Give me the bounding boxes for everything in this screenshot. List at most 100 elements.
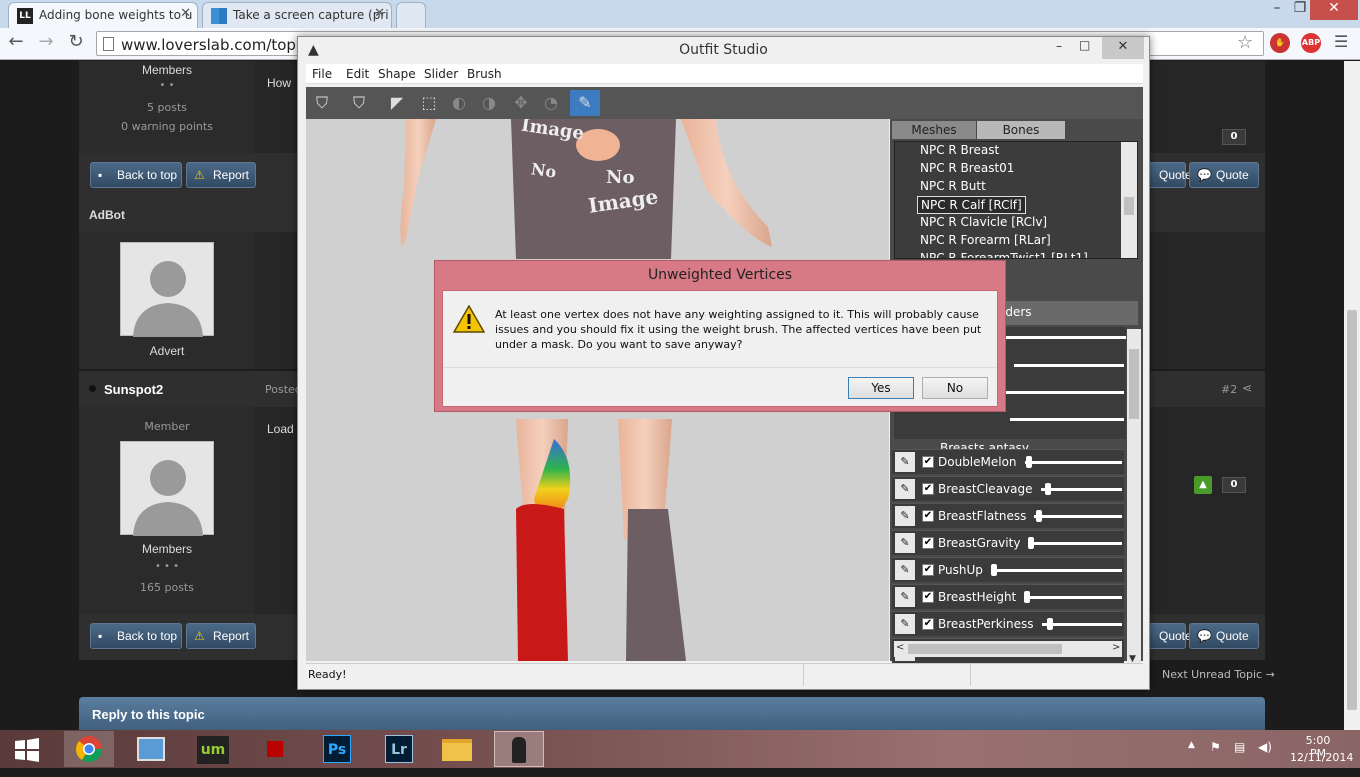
weight-brush-icon[interactable]: ✎ xyxy=(570,90,600,116)
slider-knob[interactable] xyxy=(991,564,997,576)
forward-arrow-icon[interactable]: → xyxy=(34,31,58,55)
scroll-left-icon[interactable]: < xyxy=(896,642,904,653)
slider-checkbox[interactable]: ✔ xyxy=(922,510,934,522)
scrollbar-thumb[interactable] xyxy=(908,644,1062,654)
menu-brush[interactable]: Brush xyxy=(467,67,502,81)
select-brush-icon[interactable]: ◤ xyxy=(384,90,410,116)
deflate-brush-icon[interactable]: ◑ xyxy=(476,90,502,116)
edit-pencil-icon[interactable]: ✎ xyxy=(895,452,915,472)
minimize-icon[interactable]: – xyxy=(1056,39,1062,53)
slider-row[interactable]: ✎ ✔ BreastPerkiness xyxy=(892,611,1124,636)
menu-icon[interactable]: ☰ xyxy=(1334,32,1348,51)
move-brush-icon[interactable]: ✥ xyxy=(508,90,534,116)
slider-knob[interactable] xyxy=(1047,618,1054,630)
close-icon[interactable]: ✕ xyxy=(1102,37,1144,59)
edit-pencil-icon[interactable]: ✎ xyxy=(895,479,915,499)
control-panel-taskbar-icon[interactable] xyxy=(126,731,176,767)
bookmark-star-icon[interactable]: ☆ xyxy=(1237,32,1253,53)
slider-checkbox[interactable]: ✔ xyxy=(922,564,934,576)
back-arrow-icon[interactable]: ← xyxy=(4,31,28,55)
author-name[interactable]: Sunspot2 xyxy=(104,382,163,397)
start-button[interactable] xyxy=(14,738,40,762)
tray-expand-icon[interactable]: ▲ xyxy=(1188,740,1195,750)
post-number[interactable]: #2 xyxy=(1221,383,1237,396)
um-taskbar-icon[interactable]: um xyxy=(188,731,238,767)
report-button[interactable]: ⚠ Report xyxy=(186,623,256,649)
edit-pencil-icon[interactable]: ✎ xyxy=(895,587,915,607)
file-explorer-taskbar-icon[interactable] xyxy=(432,731,482,767)
slider-checkbox[interactable]: ✔ xyxy=(922,591,934,603)
network-icon[interactable]: ▤ xyxy=(1234,740,1245,754)
slider-track[interactable] xyxy=(1042,623,1122,626)
slider-hscrollbar[interactable]: < > xyxy=(894,641,1122,657)
edit-pencil-icon[interactable]: ✎ xyxy=(895,560,915,580)
edit-pencil-icon[interactable]: ✎ xyxy=(895,533,915,553)
slider-row[interactable]: ✎ ✔ BreastFlatness xyxy=(892,503,1124,528)
slider-knob[interactable] xyxy=(1025,456,1032,468)
adblock-icon[interactable]: ABP xyxy=(1301,33,1321,53)
edit-pencil-icon[interactable]: ✎ xyxy=(895,614,915,634)
menu-edit[interactable]: Edit xyxy=(346,67,369,81)
reload-icon[interactable]: ↻ xyxy=(64,31,88,55)
clock-date[interactable]: 12/11/2014 xyxy=(1290,751,1353,764)
slider-knob[interactable] xyxy=(1024,591,1030,603)
share-icon[interactable]: ⋖ xyxy=(1242,381,1252,395)
slider-scrollbar[interactable]: ▼ xyxy=(1127,329,1141,679)
tab-inactive[interactable]: Take a screen capture (pri ✕ xyxy=(202,2,392,28)
report-button[interactable]: ⚠ Report xyxy=(186,162,256,188)
stop-extension-icon[interactable]: ✋ xyxy=(1270,33,1290,53)
close-icon[interactable]: ✕ xyxy=(374,6,385,21)
quote-button[interactable]: 💬 Quote xyxy=(1189,623,1259,649)
avatar[interactable] xyxy=(120,242,214,337)
slider-track[interactable] xyxy=(991,569,1122,572)
close-icon[interactable]: ✕ xyxy=(180,6,191,21)
reference-icon[interactable]: ⛉ xyxy=(309,90,335,116)
menu-file[interactable]: File xyxy=(312,67,332,81)
tab-active[interactable]: LL Adding bone weights to u ✕ xyxy=(8,2,198,28)
lightroom-taskbar-icon[interactable]: Lr xyxy=(374,731,424,767)
yes-button[interactable]: Yes xyxy=(848,377,914,399)
flag-icon[interactable]: ⚑ xyxy=(1210,740,1221,754)
volume-icon[interactable]: ◀) xyxy=(1258,740,1272,754)
slider-knob[interactable] xyxy=(1028,537,1034,549)
slider-row[interactable]: ✎ ✔ DoubleMelon xyxy=(892,449,1124,474)
scroll-right-icon[interactable]: > xyxy=(1112,642,1120,653)
slider-row[interactable]: ✎ ✔ PushUp xyxy=(892,557,1124,582)
back-to-top-button[interactable]: ▪ Back to top xyxy=(90,162,182,188)
slider-row[interactable]: ✎ ✔ BreastGravity xyxy=(892,530,1124,555)
chrome-taskbar-icon[interactable] xyxy=(64,731,114,767)
slider-checkbox[interactable]: ✔ xyxy=(922,456,934,468)
reply-bar[interactable]: Reply to this topic xyxy=(79,697,1265,730)
slider-track[interactable] xyxy=(1041,488,1122,491)
slider-track[interactable] xyxy=(1025,461,1122,464)
scrollbar-thumb[interactable] xyxy=(1347,310,1357,710)
no-button[interactable]: No xyxy=(922,377,988,399)
slider-track[interactable] xyxy=(1034,515,1122,518)
window-close-icon[interactable]: ✕ xyxy=(1310,0,1358,20)
edit-pencil-icon[interactable]: ✎ xyxy=(895,506,915,526)
inflate-brush-icon[interactable]: ◐ xyxy=(446,90,472,116)
outfit-icon[interactable]: ⛉ xyxy=(346,90,372,116)
smooth-brush-icon[interactable]: ◔ xyxy=(538,90,564,116)
maximize-icon[interactable]: □ xyxy=(1079,38,1090,52)
slider-knob[interactable] xyxy=(1035,510,1042,522)
new-tab-button[interactable] xyxy=(396,2,426,28)
slider-track[interactable] xyxy=(1024,596,1122,599)
slider-track[interactable] xyxy=(1028,542,1122,545)
slider-checkbox[interactable]: ✔ xyxy=(922,483,934,495)
red-app-taskbar-icon[interactable] xyxy=(250,731,300,767)
next-topic-link[interactable]: Next Unread Topic → xyxy=(1162,668,1275,681)
back-to-top-button[interactable]: ▪ Back to top xyxy=(90,623,182,649)
menu-shape[interactable]: Shape xyxy=(378,67,416,81)
slider-knob[interactable] xyxy=(1044,483,1051,495)
slider-checkbox[interactable]: ✔ xyxy=(922,618,934,630)
photoshop-taskbar-icon[interactable]: Ps xyxy=(312,731,362,767)
mask-brush-icon[interactable]: ⬚ xyxy=(416,90,442,116)
avatar[interactable] xyxy=(120,441,214,536)
slider-row[interactable]: ✎ ✔ BreastHeight xyxy=(892,584,1124,609)
quote-button[interactable]: 💬 Quote xyxy=(1189,162,1259,188)
menu-slider[interactable]: Slider xyxy=(424,67,458,81)
slider-row[interactable]: ✎ ✔ BreastCleavage xyxy=(892,476,1124,501)
scrollbar-thumb[interactable] xyxy=(1129,349,1139,419)
slider-checkbox[interactable]: ✔ xyxy=(922,537,934,549)
